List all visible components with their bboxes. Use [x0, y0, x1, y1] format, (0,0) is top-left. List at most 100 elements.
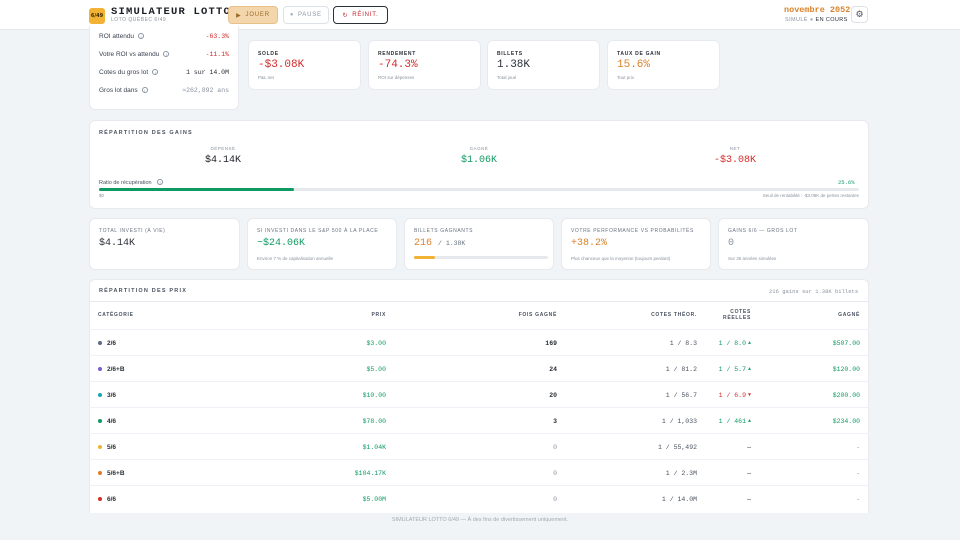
table-row[interactable]: 4/6 $78.00 3 1 / 1,033 1 / 461 ▲ $234.00 [89, 407, 869, 433]
play-button[interactable]: ▶ JOUER [228, 6, 278, 24]
info-icon[interactable]: i [157, 179, 164, 186]
stat-card-taux-de-gain: TAUX DE GAIN 15.6% Tout prix [607, 40, 720, 90]
table-row[interactable]: 6/6 $5.00M 0 1 / 14.0M — - [89, 485, 869, 511]
gains-section-title: RÉPARTITION DES GAINS [99, 130, 193, 136]
stat-value: -$3.08K [258, 59, 305, 71]
trend-icon: ▲ [747, 340, 751, 346]
metric-label: BILLETS GAGNANTS [414, 228, 474, 234]
prizes-summary: 216 gains sur 1.38K billets [769, 288, 859, 295]
trend-icon: ▼ [747, 392, 751, 398]
real-odds-cell: 1 / 6.9 ▼ [703, 382, 751, 408]
net-value: -$3.08K [713, 155, 756, 166]
status-value: EN COURS [815, 17, 848, 23]
odds-row: ROI attendu i -63.3% [99, 33, 229, 40]
pause-icon: ⏸ [290, 11, 294, 18]
category-dot-icon [98, 367, 102, 371]
metric-value: $4.14K [99, 238, 135, 249]
metric-label: VOTRE PERFORMANCE VS PROBABILITÉS [571, 228, 694, 234]
category-cell: 5/6 [98, 434, 116, 460]
info-icon[interactable]: i [138, 33, 145, 40]
odds-row: Gros lot dans i ≈262,892 ans [99, 87, 229, 94]
app-logo: 6/49 [89, 8, 105, 24]
stat-value: 15.6% [617, 59, 651, 71]
category-label: 6/6 [107, 495, 117, 503]
recovery-label: Ratio de récupération [99, 180, 152, 186]
real-odds-cell: 1 / 461 ▲ [703, 408, 751, 434]
won-cell: $507.00 [832, 339, 860, 347]
stat-label: RENDEMENT [378, 51, 416, 57]
spent-column: DÉPENSÉ $4.14K [163, 146, 283, 166]
stat-sub: ROI sur dépenses [378, 75, 415, 80]
metric-value: ~$24.06K [257, 238, 305, 249]
play-icon: ▶ [236, 12, 242, 19]
pause-button[interactable]: ⏸ PAUSE [283, 6, 329, 24]
stat-sub: Tout prix [617, 75, 635, 80]
real-odds-cell: — [703, 486, 751, 512]
prize-cell: $1.04K [362, 443, 386, 451]
net-label: NET [729, 146, 741, 151]
status-dot-icon: ● [809, 17, 814, 23]
category-cell: 3/6 [98, 382, 116, 408]
col-times-won[interactable]: FOIS GAGNÉ [457, 301, 557, 329]
times-won-cell: 0 [553, 495, 557, 503]
theoretical-odds-cell: 1 / 14.0M [661, 495, 697, 503]
table-row[interactable]: 5/6 $1.04K 0 1 / 55,492 — - [89, 433, 869, 459]
odds-row: Cotes du gros lot i 1 sur 14.0M [99, 69, 229, 76]
metric-value-main: +38.2% [571, 238, 608, 249]
prize-cell: $5.00M [362, 495, 386, 503]
settings-button[interactable]: ⚙ [851, 6, 868, 23]
category-label: 2/6+B [107, 365, 125, 373]
col-category[interactable]: CATÉGORIE [98, 301, 134, 329]
prize-cell: $3.00 [366, 339, 386, 347]
odds-row: Votre ROI vs attendu i -11.1% [99, 51, 229, 58]
recovery-bar-fill [99, 188, 294, 191]
col-prize[interactable]: PRIX [306, 301, 386, 329]
col-theoretical-odds[interactable]: COTES THÉOR. [597, 301, 697, 329]
stat-sub: Total joué [497, 75, 517, 80]
won-value: $1.06K [460, 155, 497, 166]
times-won-cell: 3 [553, 417, 557, 425]
metric-value-extra: / 1.38K [438, 240, 466, 247]
info-icon[interactable]: i [141, 87, 148, 94]
stat-label: TAUX DE GAIN [617, 51, 661, 57]
stat-value: 1.38K [497, 59, 531, 71]
table-row[interactable]: 2/6+B $5.00 24 1 / 81.2 1 / 5.7 ▲ $120.00 [89, 355, 869, 381]
odds-value: -11.1% [205, 51, 229, 58]
stat-label: SOLDE [258, 51, 279, 57]
real-odds-value: 1 / 6.9 [718, 391, 746, 399]
category-dot-icon [98, 497, 102, 501]
times-won-cell: 169 [545, 339, 557, 347]
net-column: NET -$3.08K [675, 146, 795, 166]
col-won[interactable]: GAGNÉ [780, 301, 860, 329]
theoretical-odds-cell: 1 / 56.7 [665, 391, 697, 399]
metric-card: BILLETS GAGNANTS 216 / 1.38K [404, 218, 554, 270]
table-row[interactable]: 3/6 $10.00 20 1 / 56.7 1 / 6.9 ▼ $200.00 [89, 381, 869, 407]
info-icon[interactable]: i [152, 69, 159, 76]
info-icon[interactable]: i [163, 51, 170, 58]
won-column: GAGNÉ $1.06K [419, 146, 539, 166]
table-row[interactable]: 5/6+B $104.17K 0 1 / 2.3M — - [89, 459, 869, 485]
real-odds-cell: 1 / 5.7 ▲ [703, 356, 751, 382]
times-won-cell: 0 [553, 443, 557, 451]
app-subtitle: LOTO QUÉBEC 6/49 [111, 17, 167, 23]
reset-button[interactable]: ↻ RÉINIT. [333, 6, 388, 24]
real-odds-cell: — [703, 460, 751, 486]
won-cell: $120.00 [832, 365, 860, 373]
theoretical-odds-cell: 1 / 55,492 [657, 443, 697, 451]
odds-value: -63.3% [205, 33, 229, 40]
real-odds-value: — [747, 443, 751, 451]
simulation-status: SIMULÉ ● EN COURS [785, 17, 848, 23]
category-cell: 5/6+B [98, 460, 125, 486]
odds-label: ROI attendu [99, 33, 135, 40]
times-won-cell: 20 [549, 391, 557, 399]
reset-label: RÉINIT. [352, 12, 379, 18]
metric-label: SI INVESTI DANS LE S&P 500 À LA PLACE [257, 228, 379, 234]
table-row[interactable]: 2/6 $3.00 169 1 / 8.3 1 / 8.0 ▲ $507.00 [89, 329, 869, 355]
reset-icon: ↻ [342, 12, 349, 19]
stat-card-rendement: RENDEMENT -74.3% ROI sur dépenses [368, 40, 481, 90]
metric-value-main: 216 [414, 238, 433, 249]
col-real-odds[interactable]: COTES RÉELLES [711, 301, 751, 329]
metric-label: TOTAL INVESTI (À VIE) [99, 228, 166, 234]
winning-tickets-bar [414, 256, 548, 259]
won-cell: $234.00 [832, 417, 860, 425]
